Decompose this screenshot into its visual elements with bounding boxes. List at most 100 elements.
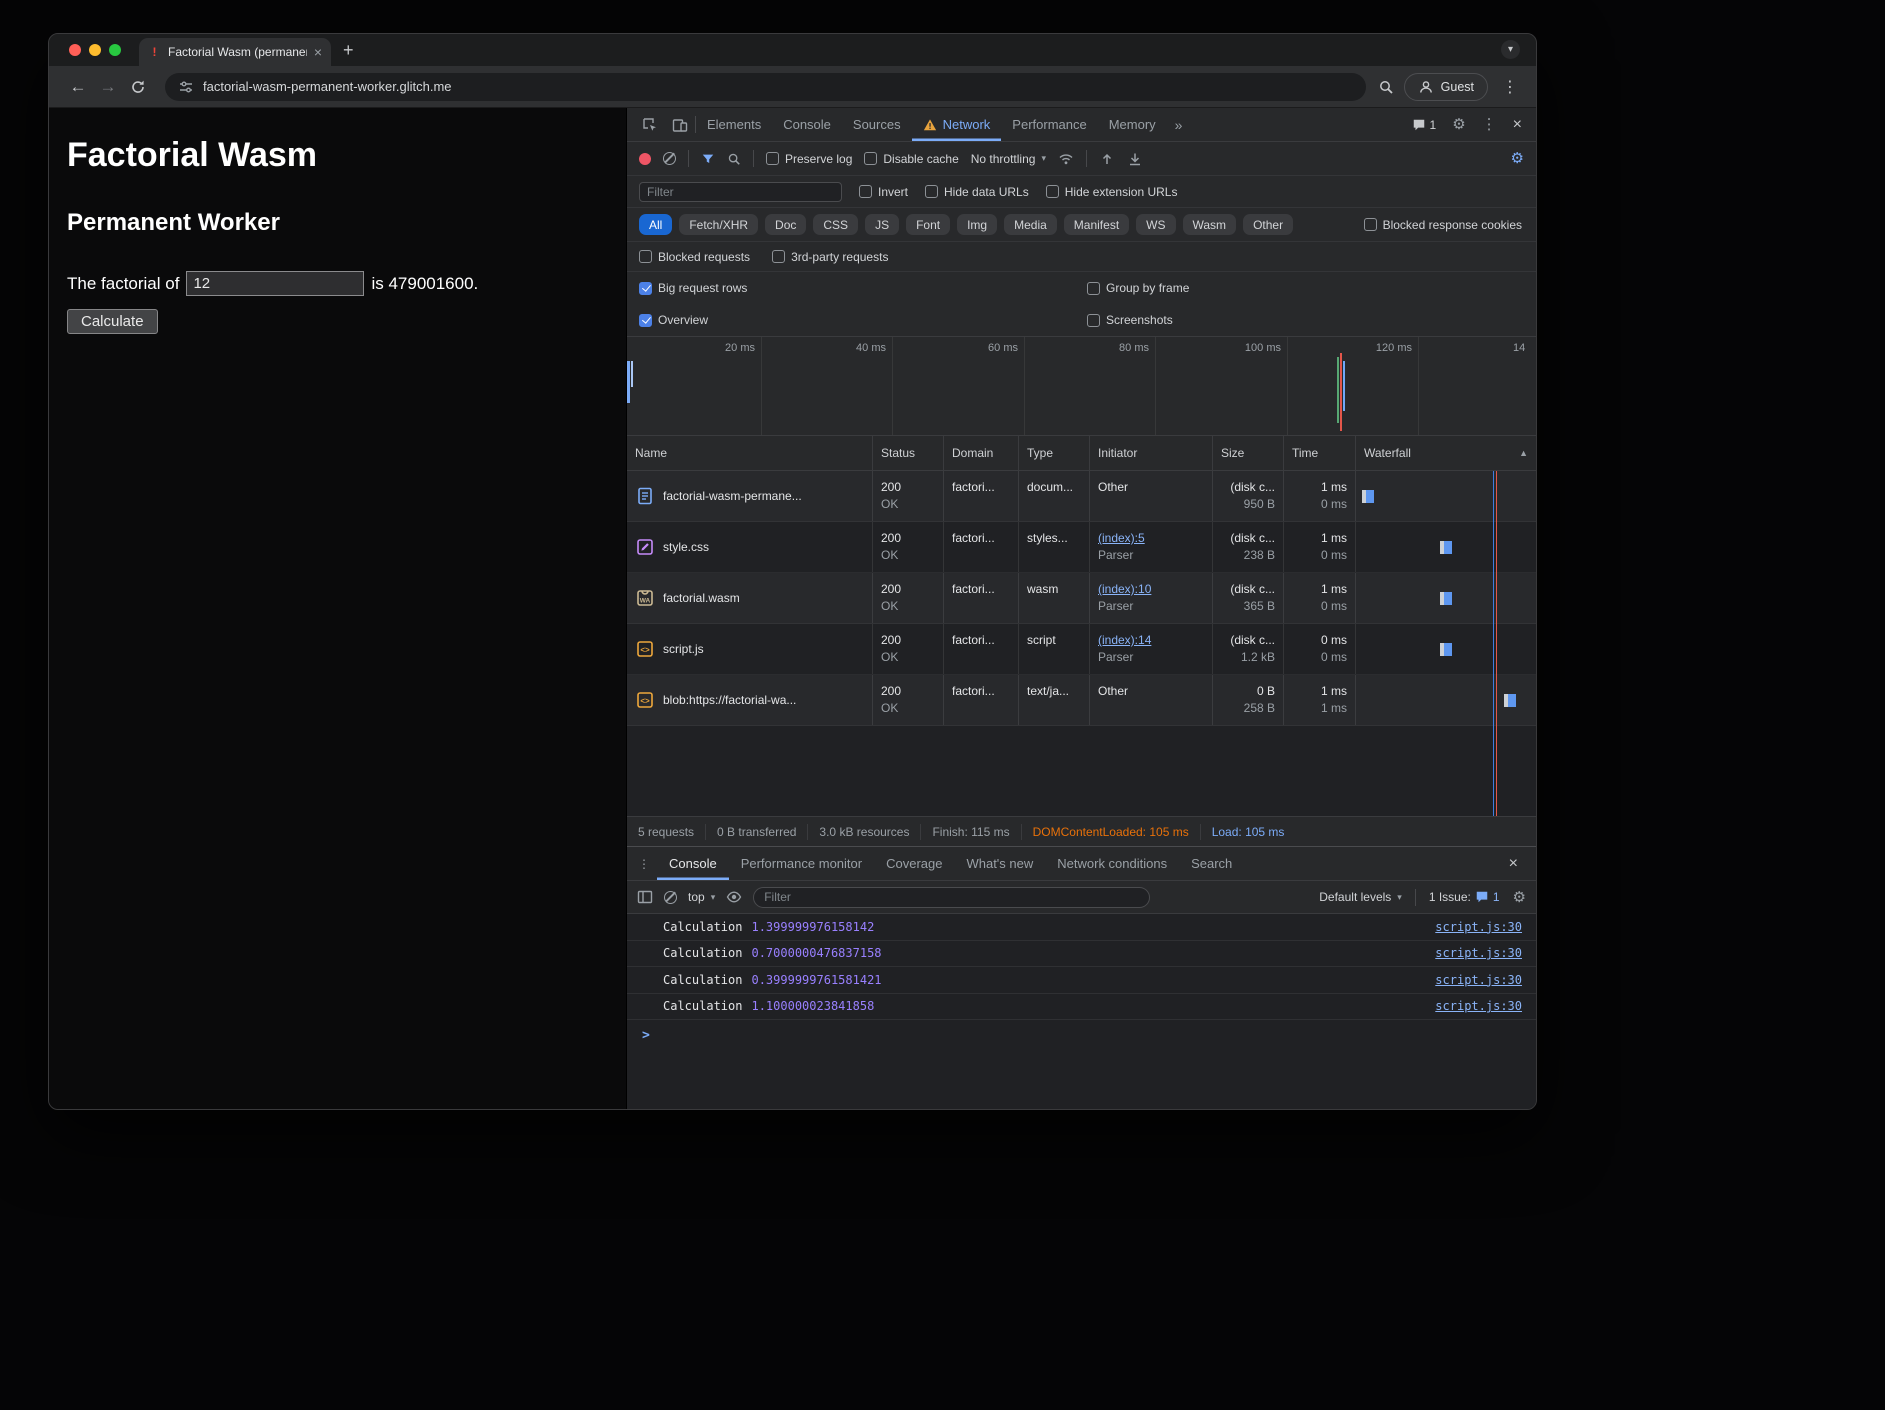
column-initiator[interactable]: Initiator [1090, 436, 1213, 470]
source-link[interactable]: script.js:30 [1435, 946, 1522, 960]
source-link[interactable]: script.js:30 [1435, 973, 1522, 987]
tab-search-button[interactable]: ▾ [1501, 40, 1520, 59]
chip-manifest[interactable]: Manifest [1064, 214, 1129, 235]
forward-button[interactable]: → [93, 72, 123, 102]
column-name[interactable]: Name [627, 436, 873, 470]
drawer-menu-icon[interactable]: ⋮ [631, 847, 657, 880]
screenshots-checkbox[interactable]: Screenshots [1087, 313, 1173, 327]
chip-font[interactable]: Font [906, 214, 950, 235]
console-sidebar-icon[interactable] [637, 889, 653, 905]
column-time[interactable]: Time [1284, 436, 1356, 470]
table-row[interactable]: style.css 200 OK factori... styles... [627, 522, 1536, 573]
tab-network[interactable]: Network [912, 108, 1002, 141]
clear-network-log-button[interactable] [663, 152, 676, 165]
big-request-rows-checkbox[interactable]: Big request rows [639, 281, 747, 295]
group-by-frame-checkbox[interactable]: Group by frame [1087, 281, 1189, 295]
chip-all[interactable]: All [639, 214, 672, 235]
table-row[interactable]: script.js 200 OK factori... script [627, 624, 1536, 675]
browser-tab[interactable]: ! Factorial Wasm (permanent W × [139, 38, 331, 66]
drawer-tab-network-conditions[interactable]: Network conditions [1045, 847, 1179, 880]
source-link[interactable]: script.js:30 [1435, 920, 1522, 934]
live-expression-eye-icon[interactable] [726, 889, 742, 905]
profile-button[interactable]: Guest [1404, 73, 1488, 101]
chip-ws[interactable]: WS [1136, 214, 1175, 235]
console-filter-input[interactable] [753, 887, 1150, 908]
site-settings-icon[interactable] [178, 79, 194, 95]
tab-sources[interactable]: Sources [842, 108, 912, 141]
issues-counter[interactable]: 1 [1412, 118, 1437, 132]
network-filter-input[interactable] [639, 182, 842, 202]
tab-close-icon[interactable]: × [314, 44, 322, 60]
factorial-input[interactable] [186, 271, 364, 296]
export-har-icon[interactable] [1127, 151, 1143, 167]
table-row[interactable]: factorial-wasm-permane... 200 OK factori… [627, 471, 1536, 522]
preserve-log-checkbox[interactable]: Preserve log [766, 152, 852, 166]
third-party-requests-checkbox[interactable]: 3rd-party requests [772, 250, 888, 264]
initiator-link[interactable]: (index):5 [1098, 530, 1204, 547]
filter-icon[interactable] [701, 152, 715, 166]
initiator-link[interactable]: (index):10 [1098, 581, 1204, 598]
close-window-button[interactable] [69, 44, 81, 56]
network-overview-timeline[interactable]: 20 ms 40 ms 60 ms 80 ms 100 ms 120 ms 14 [627, 336, 1536, 436]
drawer-tab-whats-new[interactable]: What's new [954, 847, 1045, 880]
chip-img[interactable]: Img [957, 214, 997, 235]
drawer-tab-console[interactable]: Console [657, 847, 729, 880]
table-row[interactable]: factorial.wasm 200 OK factori... wasm [627, 573, 1536, 624]
reload-button[interactable] [123, 72, 153, 102]
chip-media[interactable]: Media [1004, 214, 1057, 235]
request-name-cell[interactable]: style.css [627, 522, 873, 572]
console-prompt-icon[interactable]: > [627, 1020, 1536, 1043]
url-bar[interactable]: factorial-wasm-permanent-worker.glitch.m… [165, 73, 1366, 101]
drawer-close-button[interactable]: × [1509, 847, 1532, 880]
import-har-icon[interactable] [1099, 151, 1115, 167]
maximize-window-button[interactable] [109, 44, 121, 56]
inspect-element-button[interactable] [635, 108, 665, 141]
chip-js[interactable]: JS [865, 214, 899, 235]
devtools-menu-icon[interactable]: ⋮ [1482, 117, 1497, 132]
drawer-tab-performance-monitor[interactable]: Performance monitor [729, 847, 874, 880]
column-waterfall[interactable]: Waterfall ▲ [1356, 436, 1536, 470]
request-name-cell[interactable]: blob:https://factorial-wa... [627, 675, 873, 725]
minimize-window-button[interactable] [89, 44, 101, 56]
initiator-link[interactable]: (index):14 [1098, 632, 1204, 649]
column-status[interactable]: Status [873, 436, 944, 470]
back-button[interactable]: ← [63, 72, 93, 102]
drawer-tab-coverage[interactable]: Coverage [874, 847, 954, 880]
overview-checkbox[interactable]: Overview [639, 313, 708, 327]
log-levels-select[interactable]: Default levels ▾ [1319, 890, 1402, 904]
context-selector[interactable]: top ▾ [688, 890, 715, 904]
tab-performance[interactable]: Performance [1001, 108, 1097, 141]
record-button[interactable] [639, 153, 651, 165]
request-name-cell[interactable]: factorial.wasm [627, 573, 873, 623]
hide-data-urls-checkbox[interactable]: Hide data URLs [925, 185, 1029, 199]
tab-elements[interactable]: Elements [696, 108, 772, 141]
tab-console[interactable]: Console [772, 108, 842, 141]
chip-fetch-xhr[interactable]: Fetch/XHR [679, 214, 758, 235]
disable-cache-checkbox[interactable]: Disable cache [864, 152, 958, 166]
devtools-close-icon[interactable]: × [1513, 117, 1522, 133]
invert-checkbox[interactable]: Invert [859, 185, 908, 199]
search-icon[interactable] [727, 152, 741, 166]
console-message[interactable]: Calculation 1.399999976158142 script.js:… [627, 914, 1536, 941]
blocked-response-cookies-checkbox[interactable]: Blocked response cookies [1364, 218, 1524, 232]
console-issues-link[interactable]: 1 Issue: 1 [1429, 890, 1500, 904]
column-size[interactable]: Size [1213, 436, 1284, 470]
zoom-icon[interactable] [1378, 79, 1394, 95]
console-message[interactable]: Calculation 0.7000000476837158 script.js… [627, 941, 1536, 968]
device-toolbar-button[interactable] [665, 108, 695, 141]
calculate-button[interactable]: Calculate [67, 309, 158, 334]
column-type[interactable]: Type [1019, 436, 1090, 470]
chip-other[interactable]: Other [1243, 214, 1293, 235]
request-name-cell[interactable]: script.js [627, 624, 873, 674]
more-tabs-icon[interactable]: » [1167, 108, 1191, 141]
request-name-cell[interactable]: factorial-wasm-permane... [627, 471, 873, 521]
throttling-select[interactable]: No throttling ▾ [971, 152, 1046, 166]
tab-memory[interactable]: Memory [1098, 108, 1167, 141]
chip-wasm[interactable]: Wasm [1183, 214, 1237, 235]
chip-doc[interactable]: Doc [765, 214, 806, 235]
blocked-requests-checkbox[interactable]: Blocked requests [639, 250, 750, 264]
clear-console-button[interactable] [664, 891, 677, 904]
devtools-settings-icon[interactable]: ⚙ [1452, 117, 1465, 132]
new-tab-button[interactable]: + [343, 41, 354, 59]
browser-menu-button[interactable]: ⋮ [1498, 77, 1522, 97]
